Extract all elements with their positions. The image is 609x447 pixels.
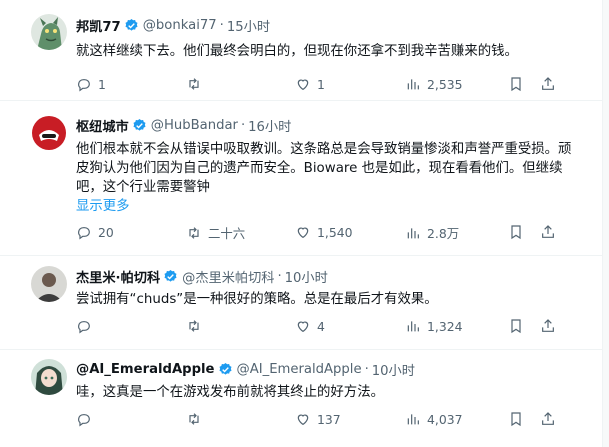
reply-count: 20 [98, 224, 114, 240]
bookmark-icon[interactable] [508, 224, 524, 240]
avatar[interactable] [31, 115, 67, 151]
verified-badge-icon [133, 118, 146, 131]
reply-icon [78, 79, 90, 92]
reply-button[interactable] [76, 318, 98, 334]
heart-icon [297, 321, 309, 333]
scrollbar-track[interactable] [603, 0, 609, 447]
views-count: 4,037 [427, 411, 463, 427]
like-button[interactable]: 1,540 [295, 224, 352, 240]
timestamp[interactable]: 15小时 [227, 16, 270, 35]
verified-badge-icon [219, 362, 232, 375]
tweet-text: 尝试拥有“chuds”是一种很好的策略。总是在最后才有效果。 [76, 292, 438, 307]
avatar[interactable] [31, 266, 67, 302]
like-count: 1,540 [317, 224, 353, 240]
tweet-text: 他们根本就不会从错误中吸取教训。这条路总是会导致销量惨淡和声誉严重受损。顽皮狗认… [76, 142, 572, 195]
views-icon [407, 321, 419, 332]
views-icon [407, 414, 419, 425]
timeline: 邦凯77 @bonkai77 · 15小时 就这样继续下去。他们最终会明白的，但… [0, 0, 603, 447]
like-button[interactable]: 1 [295, 76, 325, 92]
share-icon[interactable] [540, 224, 556, 240]
reply-icon [78, 227, 90, 240]
tweet-header: @AI_EmeraldApple @AI_EmeraldApple · 10小时 [76, 359, 587, 379]
tweet-header: 杰里米·帕切科 @杰里米帕切科 · 10小时 [76, 266, 587, 286]
avatar[interactable] [31, 359, 67, 395]
tweet[interactable]: 杰里米·帕切科 @杰里米帕切科 · 10小时 尝试拥有“chuds”是一种很好的… [0, 256, 602, 350]
display-name[interactable]: @AI_EmeraldApple [76, 362, 215, 377]
retweet-button[interactable] [186, 76, 208, 92]
share-icon[interactable] [540, 411, 556, 427]
show-more-link[interactable]: 显示更多 [76, 197, 587, 216]
retweet-icon [189, 413, 199, 425]
tweet[interactable]: @AI_EmeraldApple @AI_EmeraldApple · 10小时… [0, 350, 602, 447]
retweet-count: 二十六 [208, 226, 246, 241]
portrait-avatar-icon [31, 266, 67, 302]
retweet-icon [189, 320, 199, 332]
reply-button[interactable]: 20 [76, 224, 114, 240]
tweet-header: 枢纽城市 @HubBandar · 16小时 [76, 115, 587, 135]
views-count: 1,324 [427, 318, 463, 334]
separator-dot: · [219, 17, 224, 33]
timestamp[interactable]: 10小时 [372, 360, 415, 379]
separator-dot: · [240, 117, 246, 133]
reply-count: 1 [98, 76, 106, 92]
user-handle[interactable]: @杰里米帕切科 [182, 267, 274, 286]
tweet-text: 就这样继续下去。他们最终会明白的，但现在你还拿不到我辛苦赚来的钱。 [76, 44, 518, 59]
retweet-button[interactable] [186, 411, 208, 427]
share-icon[interactable] [540, 318, 556, 334]
views-button[interactable]: 2,535 [405, 76, 462, 92]
reply-icon [78, 414, 90, 427]
verified-badge-icon [125, 18, 138, 31]
timestamp[interactable]: 10小时 [285, 267, 328, 286]
heart-icon [297, 414, 309, 426]
like-count: 137 [317, 411, 341, 427]
tweet-actions: 4 1,324 [76, 318, 556, 336]
tweet-actions: 20 二十六 1,540 2.8万 [76, 224, 556, 242]
views-count: 2,535 [427, 76, 463, 92]
anime-girl-avatar-icon [31, 359, 67, 395]
heart-icon [297, 79, 309, 91]
tweet[interactable]: 枢纽城市 @HubBandar · 16小时 他们根本就不会从错误中吸取教训。这… [0, 101, 602, 256]
like-button[interactable]: 137 [295, 411, 341, 427]
separator-dot: · [277, 268, 282, 284]
reply-icon [78, 321, 90, 334]
share-icon[interactable] [540, 76, 556, 92]
bookmark-icon[interactable] [508, 411, 524, 427]
reply-button[interactable] [76, 411, 98, 427]
separator-dot: · [364, 361, 369, 377]
red-helmet-avatar-icon [31, 115, 67, 151]
heart-icon [297, 227, 309, 239]
user-handle[interactable]: @bonkai77 [143, 18, 217, 33]
views-button[interactable]: 2.8万 [405, 224, 459, 242]
tweet-actions: 1 1 2,535 [76, 76, 556, 94]
bookmark-icon[interactable] [508, 76, 524, 92]
like-button[interactable]: 4 [295, 318, 325, 334]
tweet-actions: 137 4,037 [76, 411, 556, 429]
views-button[interactable]: 4,037 [405, 411, 462, 427]
timestamp[interactable]: 16小时 [248, 116, 291, 135]
reply-button[interactable]: 1 [76, 76, 106, 92]
user-handle[interactable]: @AI_EmeraldApple [237, 362, 362, 377]
dragon-avatar-icon [31, 14, 67, 50]
retweet-button[interactable] [186, 318, 208, 334]
like-count: 1 [317, 76, 325, 92]
tweet-text: 哇，这真是一个在游戏发布前就将其终止的好方法。 [76, 385, 384, 400]
views-icon [407, 79, 419, 90]
views-button[interactable]: 1,324 [405, 318, 462, 334]
avatar[interactable] [31, 14, 67, 50]
views-icon [407, 228, 419, 239]
views-count: 2.8万 [427, 226, 460, 241]
display-name[interactable]: 杰里米·帕切科 [76, 267, 160, 286]
retweet-icon [189, 78, 199, 90]
tweet[interactable]: 邦凯77 @bonkai77 · 15小时 就这样继续下去。他们最终会明白的，但… [0, 0, 602, 101]
like-count: 4 [317, 318, 325, 334]
user-handle[interactable]: @HubBandar [151, 118, 238, 133]
verified-badge-icon [164, 269, 177, 282]
bookmark-icon[interactable] [508, 318, 524, 334]
display-name[interactable]: 邦凯77 [76, 16, 121, 35]
tweet-header: 邦凯77 @bonkai77 · 15小时 [76, 15, 587, 35]
retweet-button[interactable]: 二十六 [186, 224, 245, 242]
retweet-icon [189, 227, 199, 239]
display-name[interactable]: 枢纽城市 [76, 116, 129, 135]
